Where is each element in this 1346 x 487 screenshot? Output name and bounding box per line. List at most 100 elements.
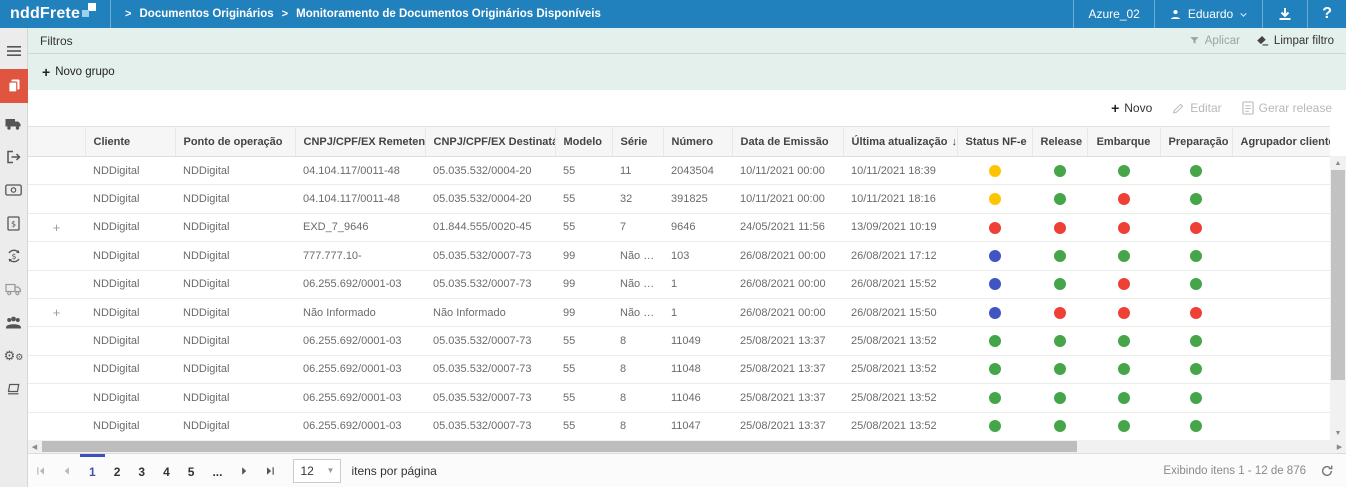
breadcrumb-item[interactable]: Documentos Originários [139, 8, 273, 20]
horizontal-scrollbar-thumb[interactable] [42, 441, 1077, 452]
items-summary: Exibindo itens 1 - 12 de 876 [1163, 465, 1306, 477]
table-row[interactable]: NDDigitalNDDigital777.777.10-05.035.532/… [28, 242, 1330, 270]
status-dot-green [1118, 363, 1130, 375]
scroll-up-icon[interactable]: ▲ [1330, 156, 1346, 170]
cell-preparacao [1160, 298, 1232, 326]
app-logo[interactable]: nddFrete [0, 0, 110, 28]
sidebar-item-usuarios[interactable] [0, 307, 28, 337]
table-row[interactable]: NDDigitalNDDigital06.255.692/0001-0305.0… [28, 355, 1330, 383]
cell-data-emissao: 25/08/2021 13:37 [732, 384, 843, 412]
cell-release [1032, 355, 1087, 383]
table-row[interactable]: NDDigitalNDDigital06.255.692/0001-0305.0… [28, 412, 1330, 440]
help-button[interactable]: ? [1307, 0, 1346, 28]
table-row[interactable]: +NDDigitalNDDigitalEXD_7_964601.844.555/… [28, 213, 1330, 241]
last-page-button[interactable] [257, 454, 283, 487]
row-expander [28, 412, 85, 440]
scroll-left-icon[interactable]: ◀ [28, 440, 41, 453]
row-expander [28, 355, 85, 383]
col-data-emissao[interactable]: Data de Emissão [732, 127, 843, 157]
pencil-icon [1172, 102, 1185, 115]
cell-agrupador-cliente [1232, 270, 1330, 298]
sidebar-menu-toggle[interactable] [0, 36, 28, 66]
col-modelo[interactable]: Modelo [555, 127, 612, 157]
col-embarque[interactable]: Embarque [1087, 127, 1160, 157]
cell-remetente: Não Informado [295, 298, 425, 326]
page-button-4[interactable]: 4 [154, 454, 179, 487]
status-dot-green [1190, 193, 1202, 205]
cell-serie: 32 [612, 185, 663, 213]
generate-release-button[interactable]: Gerar release [1242, 101, 1332, 115]
table-row[interactable]: +NDDigitalNDDigitalNão InformadoNão Info… [28, 298, 1330, 326]
col-serie[interactable]: Série [612, 127, 663, 157]
refresh-icon[interactable] [1320, 464, 1334, 478]
user-menu[interactable]: Eduardo [1154, 0, 1262, 28]
col-status-nfe[interactable]: Status NF-e [957, 127, 1032, 157]
new-button[interactable]: + Novo [1111, 101, 1152, 115]
table-row[interactable]: NDDigitalNDDigital04.104.117/0011-4805.0… [28, 185, 1330, 213]
sidebar-item-documentos[interactable] [0, 69, 28, 103]
next-page-icon [238, 465, 250, 477]
sidebar-item-transporte[interactable] [0, 274, 28, 304]
col-ponto-operacao[interactable]: Ponto de operação [175, 127, 295, 157]
page-button-5[interactable]: 5 [179, 454, 204, 487]
apply-filter-button[interactable]: Aplicar [1189, 35, 1240, 47]
scroll-right-icon[interactable]: ▶ [1333, 440, 1346, 453]
sidebar-item-pagamentos[interactable] [0, 175, 28, 205]
col-agrupador-cliente[interactable]: Agrupador cliente [1232, 127, 1330, 157]
cell-cliente: NDDigital [85, 185, 175, 213]
cell-preparacao [1160, 242, 1232, 270]
table-row[interactable]: NDDigitalNDDigital06.255.692/0001-0305.0… [28, 327, 1330, 355]
plus-icon: + [1111, 101, 1119, 115]
status-dot-red [1118, 278, 1130, 290]
sidebar-item-configuracoes[interactable]: ⚙⚙ [0, 340, 28, 370]
table-row[interactable]: NDDigitalNDDigital06.255.692/0001-0305.0… [28, 384, 1330, 412]
table-row[interactable]: NDDigitalNDDigital04.104.117/0011-4805.0… [28, 157, 1330, 185]
sidebar-item-frete[interactable] [0, 109, 28, 139]
next-page-button[interactable] [231, 454, 257, 487]
menu-icon [7, 45, 21, 57]
cell-remetente: 04.104.117/0011-48 [295, 185, 425, 213]
status-dot-green [1054, 193, 1066, 205]
page-button-3[interactable]: 3 [129, 454, 154, 487]
col-destinatario[interactable]: CNPJ/CPF/EX Destinatário [425, 127, 555, 157]
user-name: Eduardo [1188, 7, 1233, 21]
new-group-button[interactable]: + Novo grupo [28, 54, 1346, 90]
col-ultima-atualizacao[interactable]: Última atualização↓ [843, 127, 957, 157]
prev-page-button[interactable] [54, 454, 80, 487]
horizontal-scrollbar[interactable]: ◀ ▶ [28, 440, 1346, 453]
page-size-select[interactable]: 12 ▼ [293, 459, 341, 483]
edit-button[interactable]: Editar [1172, 101, 1221, 115]
sidebar-item-faturas[interactable]: $ [0, 208, 28, 238]
page-button-1[interactable]: 1 [80, 454, 105, 487]
cell-destinatario: Não Informado [425, 298, 555, 326]
cell-ultima-atualizacao: 25/08/2021 13:52 [843, 355, 957, 383]
sidebar-item-relatorios[interactable] [0, 373, 28, 403]
col-numero[interactable]: Número [663, 127, 732, 157]
cell-modelo: 55 [555, 157, 612, 185]
col-preparacao[interactable]: Preparação [1160, 127, 1232, 157]
row-expander[interactable]: + [28, 213, 85, 241]
clear-filter-button[interactable]: Limpar filtro [1256, 35, 1334, 47]
vertical-scrollbar-thumb[interactable] [1331, 170, 1345, 380]
status-dot-green [1118, 335, 1130, 347]
top-bar: nddFrete > Documentos Originários > Moni… [0, 0, 1346, 28]
sidebar-item-exportacao[interactable] [0, 142, 28, 172]
col-cliente[interactable]: Cliente [85, 127, 175, 157]
page-button-2[interactable]: 2 [105, 454, 130, 487]
page-ellipsis-button[interactable]: ... [203, 454, 231, 487]
cell-modelo: 55 [555, 185, 612, 213]
environment-label[interactable]: Azure_02 [1073, 0, 1153, 28]
col-release[interactable]: Release [1032, 127, 1087, 157]
first-page-button[interactable] [28, 454, 54, 487]
download-button[interactable] [1262, 0, 1307, 28]
chevron-right-icon: > [282, 8, 288, 20]
cell-ponto-operacao: NDDigital [175, 412, 295, 440]
col-remetente[interactable]: CNPJ/CPF/EX Remetente [295, 127, 425, 157]
sidebar-item-conciliacao[interactable]: $ [0, 241, 28, 271]
status-dot-red [1054, 307, 1066, 319]
row-expander[interactable]: + [28, 298, 85, 326]
cell-cliente: NDDigital [85, 213, 175, 241]
table-row[interactable]: NDDigitalNDDigital06.255.692/0001-0305.0… [28, 270, 1330, 298]
vertical-scrollbar[interactable]: ▲ ▼ [1330, 156, 1346, 440]
scroll-down-icon[interactable]: ▼ [1330, 426, 1346, 440]
